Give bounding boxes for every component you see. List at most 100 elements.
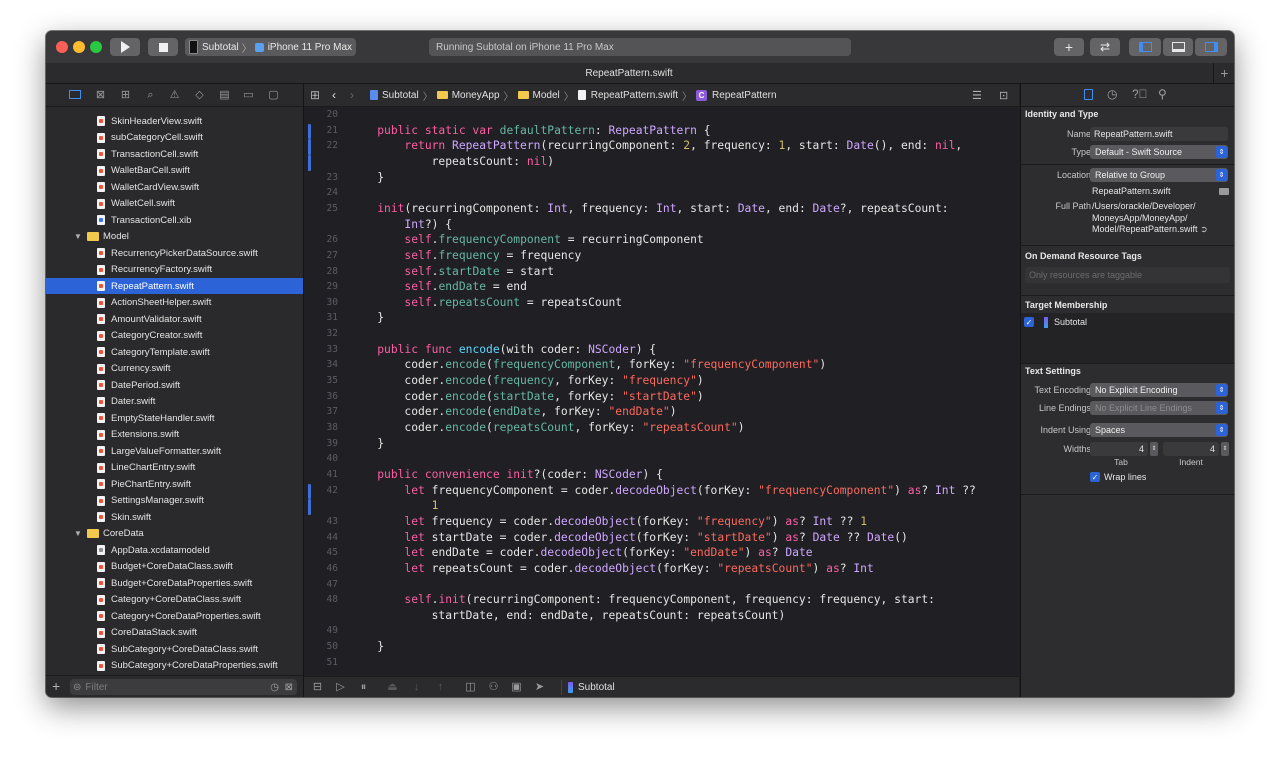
source-control-filter-icon[interactable]: ⊠ [285,682,293,693]
navigator-file-row[interactable]: Currency.swift [46,361,303,377]
navigator-file-row[interactable]: SubCategory+CoreDataProperties.swift [46,658,303,674]
navigator-file-row[interactable]: CategoryCreator.swift [46,328,303,344]
navigator-file-row[interactable]: CategoryTemplate.swift [46,344,303,360]
navigator-group-row[interactable]: ▼ Model [46,229,303,245]
tab-width-stepper[interactable]: ⇕ [1150,442,1158,456]
type-popup[interactable]: Default - Swift Source ⇕ [1090,145,1228,159]
file-inspector-icon[interactable] [1084,89,1093,100]
history-inspector-icon[interactable]: ◷ [1107,87,1117,101]
navigator-file-row[interactable]: WalletCell.swift [46,196,303,212]
report-icon[interactable]: ▢ [267,89,280,101]
breadcrumb-project[interactable]: Subtotal [382,90,419,101]
folder-icon[interactable] [69,89,82,101]
new-tab-button[interactable]: + [1213,63,1234,83]
navigator-file-row[interactable]: LineChartEntry.swift [46,460,303,476]
navigator-file-row[interactable]: CoreDataStack.swiftM [46,625,303,641]
navigator-filter-field[interactable]: ⊜ Filter ◷ ⊠ [70,679,297,695]
disclosure-triangle-icon[interactable]: ▼ [74,232,84,241]
close-window-button[interactable] [56,41,68,53]
navigator-file-row[interactable]: SkinHeaderView.swift [46,113,303,129]
editor-options-icon[interactable]: ☰ [972,84,982,106]
step-over-icon[interactable]: ⏏ [386,681,399,694]
disclosure-triangle-icon[interactable]: ▼ [74,529,84,538]
indent-using-popup[interactable]: Spaces ⇕ [1090,423,1228,437]
help-inspector-icon[interactable]: ?⃝ [1132,87,1148,101]
navigator-file-row[interactable]: RepeatPattern.swiftR [46,278,303,294]
breadcrumb-symbol[interactable]: RepeatPattern [712,90,777,101]
view-debugger-icon[interactable]: ◫ [464,681,477,694]
navigator-file-row[interactable]: RecurrencyPickerDataSource.swift [46,245,303,261]
tab-width-field[interactable]: 4 [1090,442,1148,456]
indent-width-field[interactable]: 4 [1163,442,1219,456]
search-icon[interactable]: ⌕ [144,89,157,101]
breadcrumb-group-model[interactable]: Model [533,90,560,101]
breadcrumb-file[interactable]: RepeatPattern.swift [591,90,678,101]
target-checkbox[interactable]: ✓ [1024,317,1034,327]
zoom-window-button[interactable] [90,41,102,53]
back-button[interactable]: ‹ [332,84,336,106]
source-control-icon[interactable]: ⊠ [94,89,107,101]
simulate-location-icon[interactable]: ➤ [533,681,546,694]
test-diamond-icon[interactable]: ◇ [193,89,206,101]
add-file-button[interactable]: + [52,678,60,694]
navigator-file-row[interactable]: TransactionCell.xib [46,212,303,228]
breakpoints-toggle-icon[interactable]: ▷ [334,681,347,694]
source-editor[interactable]: 20 21 public static var defaultPattern: R… [304,107,1019,676]
indent-width-stepper[interactable]: ⇕ [1221,442,1229,456]
pause-icon[interactable]: ⏸ [357,681,370,694]
run-button[interactable] [110,38,140,56]
navigator-file-row[interactable]: Budget+CoreDataClass.swift [46,559,303,575]
navigator-file-row[interactable]: Skin.swift [46,509,303,525]
choose-location-folder-icon[interactable] [1219,188,1229,195]
wrap-lines-checkbox[interactable]: ✓ [1090,472,1100,482]
step-out-icon[interactable]: ↑ [434,681,447,694]
reveal-in-finder-icon[interactable]: ➲ [1200,224,1208,234]
forward-button[interactable]: › [350,84,354,106]
add-editor-icon[interactable]: ⊡ [999,84,1008,106]
navigator-file-row[interactable]: SubCategory+CoreDataClass.swift [46,641,303,657]
memory-graph-icon[interactable]: ⚇ [487,681,500,694]
breadcrumb-group-moneyapp[interactable]: MoneyApp [452,90,500,101]
accessibility-inspector-icon[interactable]: ⚲ [1158,87,1167,101]
warning-icon[interactable]: ⚠ [168,89,181,101]
code-review-button[interactable]: ⇄ [1090,38,1120,56]
navigator-file-row[interactable]: AmountValidator.swift [46,311,303,327]
toggle-inspector-button[interactable] [1195,38,1227,56]
related-items-icon[interactable]: ⊞ [310,84,320,106]
navigator-file-row[interactable]: AppData.xcdatamodeldM [46,542,303,558]
navigator-file-row[interactable]: subCategoryCell.swift [46,130,303,146]
navigator-file-row[interactable]: Category+CoreDataProperties.swift [46,608,303,624]
minimize-window-button[interactable] [73,41,85,53]
location-popup[interactable]: Relative to Group ⇕ [1090,168,1228,182]
scheme-selector[interactable]: Subtotal 〉 iPhone 11 Pro Max [185,38,356,56]
recent-files-icon[interactable]: ◷ [270,682,279,693]
navigator-file-row[interactable]: TransactionCell.swift [46,146,303,162]
stop-button[interactable] [148,38,178,56]
name-field[interactable]: RepeatPattern.swift [1090,127,1228,141]
navigator-file-row[interactable]: EmptyStateHandler.swift [46,410,303,426]
navigator-file-row[interactable]: WalletBarCell.swift [46,163,303,179]
step-into-icon[interactable]: ↓ [410,681,423,694]
symbol-hierarchy-icon[interactable]: ⊞ [119,89,132,101]
encoding-popup[interactable]: No Explicit Encoding ⇕ [1090,383,1228,397]
library-button[interactable]: + [1054,38,1084,56]
environment-overrides-icon[interactable]: ▣ [510,681,523,694]
navigator-file-row[interactable]: Category+CoreDataClass.swift [46,592,303,608]
line-endings-popup[interactable]: No Explicit Line Endings ⇕ [1090,401,1228,415]
toggle-debug-area-button[interactable] [1163,38,1193,56]
navigator-file-row[interactable]: LargeValueFormatter.swift [46,443,303,459]
navigator-file-row[interactable]: SettingsManager.swift [46,493,303,509]
navigator-file-row[interactable]: RecurrencyFactory.swiftM [46,262,303,278]
debug-gauge-icon[interactable]: ▤ [218,89,231,101]
navigator-file-row[interactable]: Dater.swift [46,394,303,410]
navigator-file-row[interactable]: Extensions.swift [46,427,303,443]
navigator-file-row[interactable]: Budget+CoreDataProperties.swift [46,575,303,591]
breakpoint-icon[interactable]: ▭ [242,89,255,101]
navigator-file-row[interactable]: ActionSheetHelper.swift [46,295,303,311]
toggle-navigator-button[interactable] [1129,38,1161,56]
navigator-file-row[interactable]: WalletCardView.swift [46,179,303,195]
navigator-file-row[interactable]: PieChartEntry.swift [46,476,303,492]
tab-repeatpattern[interactable]: RepeatPattern.swift [46,63,1212,83]
navigator-group-row[interactable]: ▼ CoreData [46,526,303,542]
hide-debug-area-icon[interactable]: ⊟ [311,681,324,694]
